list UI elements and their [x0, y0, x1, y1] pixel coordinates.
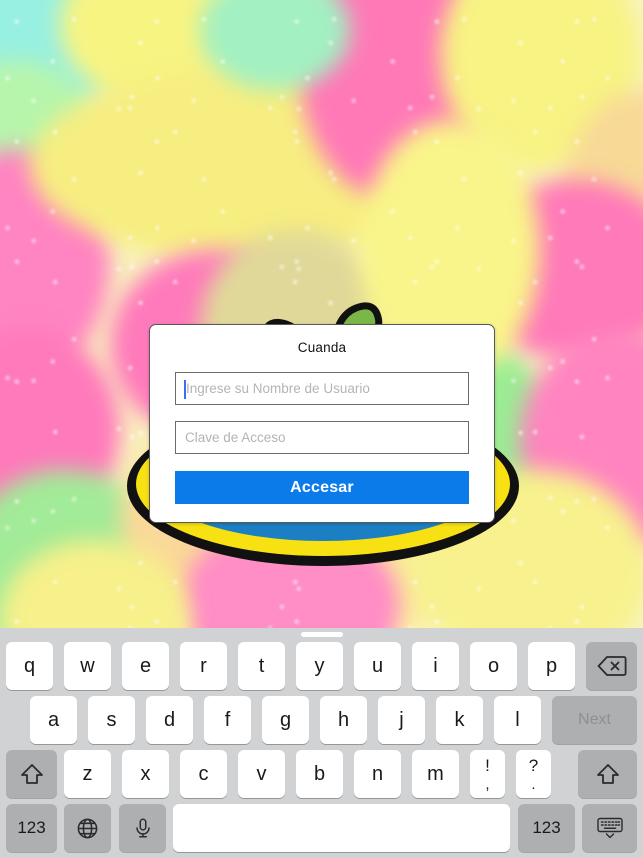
- key-h[interactable]: h: [320, 696, 367, 744]
- key-e[interactable]: e: [122, 642, 169, 690]
- microphone-icon: [132, 816, 154, 840]
- comma-label: ,: [485, 775, 490, 793]
- key-x[interactable]: x: [122, 750, 169, 798]
- key-n[interactable]: n: [354, 750, 401, 798]
- key-z[interactable]: z: [64, 750, 111, 798]
- shift-key-left[interactable]: [6, 750, 57, 798]
- keyboard-row-3: z x c v b n m ! , ? .: [0, 750, 643, 798]
- password-placeholder: Clave de Acceso: [185, 430, 286, 445]
- key-k[interactable]: k: [436, 696, 483, 744]
- keyboard-row-4: 123 123: [0, 804, 643, 852]
- shift-key-right[interactable]: [578, 750, 637, 798]
- dictation-key[interactable]: [119, 804, 166, 852]
- key-t[interactable]: t: [238, 642, 285, 690]
- numeric-key-left[interactable]: 123: [6, 804, 57, 852]
- key-l[interactable]: l: [494, 696, 541, 744]
- key-u[interactable]: u: [354, 642, 401, 690]
- key-m[interactable]: m: [412, 750, 459, 798]
- key-question-period[interactable]: ? .: [516, 750, 551, 798]
- login-dialog: Cuanda Ingrese su Nombre de Usuario Clav…: [149, 324, 495, 523]
- key-j[interactable]: j: [378, 696, 425, 744]
- period-label: .: [531, 775, 536, 793]
- username-input[interactable]: Ingrese su Nombre de Usuario: [175, 372, 469, 405]
- dialog-title: Cuanda: [297, 340, 347, 355]
- keyboard-row-2: a s d f g h j k l Next: [0, 696, 643, 744]
- text-caret: [184, 380, 186, 399]
- question-label: ?: [528, 755, 539, 775]
- key-w[interactable]: w: [64, 642, 111, 690]
- username-placeholder: Ingrese su Nombre de Usuario: [186, 381, 370, 396]
- keyboard-drag-handle[interactable]: [300, 632, 343, 637]
- key-p[interactable]: p: [528, 642, 575, 690]
- dismiss-keyboard-key[interactable]: [582, 804, 637, 852]
- key-r[interactable]: r: [180, 642, 227, 690]
- app-root: Cuanda Ingrese su Nombre de Usuario Clav…: [0, 0, 643, 858]
- hide-keyboard-icon: [595, 816, 625, 840]
- shift-icon: [20, 762, 44, 786]
- key-v[interactable]: v: [238, 750, 285, 798]
- key-i[interactable]: i: [412, 642, 459, 690]
- key-d[interactable]: d: [146, 696, 193, 744]
- next-key[interactable]: Next: [552, 696, 637, 744]
- globe-key[interactable]: [64, 804, 111, 852]
- backspace-icon: [596, 655, 627, 677]
- shift-icon: [596, 762, 620, 786]
- key-g[interactable]: g: [262, 696, 309, 744]
- key-q[interactable]: q: [6, 642, 53, 690]
- key-o[interactable]: o: [470, 642, 517, 690]
- key-exclamation-comma[interactable]: ! ,: [470, 750, 505, 798]
- key-f[interactable]: f: [204, 696, 251, 744]
- spacebar-key[interactable]: [173, 804, 510, 852]
- onscreen-keyboard: q w e r t y u i o p a s d f g h j k l Ne…: [0, 628, 643, 858]
- accesar-button[interactable]: Accesar: [175, 471, 469, 504]
- key-y[interactable]: y: [296, 642, 343, 690]
- keyboard-row-1: q w e r t y u i o p: [0, 642, 643, 690]
- key-c[interactable]: c: [180, 750, 227, 798]
- key-b[interactable]: b: [296, 750, 343, 798]
- key-s[interactable]: s: [88, 696, 135, 744]
- exclamation-label: !: [485, 755, 490, 775]
- backspace-key[interactable]: [586, 642, 637, 690]
- password-input[interactable]: Clave de Acceso: [175, 421, 469, 454]
- numeric-key-right[interactable]: 123: [518, 804, 575, 852]
- globe-icon: [76, 817, 99, 840]
- key-a[interactable]: a: [30, 696, 77, 744]
